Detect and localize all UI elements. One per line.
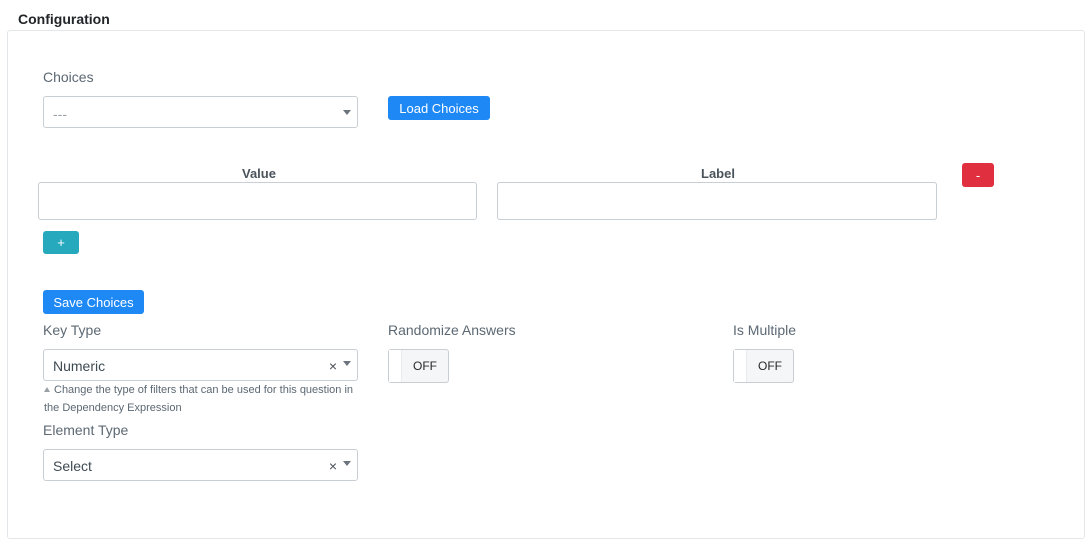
choices-label: Choices	[43, 69, 94, 85]
remove-row-button[interactable]: -	[962, 163, 994, 187]
chevron-down-icon	[343, 361, 351, 366]
is-multiple-state: OFF	[758, 359, 782, 373]
randomize-answers-state: OFF	[413, 359, 437, 373]
element-type-label: Element Type	[43, 422, 129, 438]
choices-select[interactable]: ---	[43, 96, 358, 128]
label-column-header: Label	[701, 166, 735, 181]
element-type-value: Select	[53, 458, 92, 474]
key-type-select[interactable]: Numeric ×	[43, 349, 358, 381]
add-row-button[interactable]: +	[43, 231, 79, 254]
key-type-label: Key Type	[43, 322, 102, 338]
is-multiple-toggle[interactable]: OFF	[733, 349, 794, 383]
save-choices-button[interactable]: Save Choices	[43, 290, 144, 314]
toggle-knob	[389, 350, 402, 382]
key-type-help-text: Change the type of filters that can be u…	[44, 381, 364, 417]
randomize-answers-toggle[interactable]: OFF	[388, 349, 449, 383]
is-multiple-label: Is Multiple	[733, 322, 797, 338]
clear-icon[interactable]: ×	[329, 358, 337, 374]
toggle-knob	[734, 350, 747, 382]
element-type-select[interactable]: Select ×	[43, 449, 358, 481]
chevron-down-icon	[343, 110, 351, 115]
choice-value-input[interactable]	[38, 182, 477, 220]
key-type-help-message: Change the type of filters that can be u…	[44, 384, 354, 414]
clear-icon[interactable]: ×	[329, 458, 337, 474]
section-title: Configuration	[18, 11, 110, 27]
caret-up-icon	[44, 387, 50, 392]
choice-label-input[interactable]	[497, 182, 937, 220]
choices-select-value: ---	[53, 106, 67, 122]
load-choices-button[interactable]: Load Choices	[388, 96, 490, 120]
value-column-header: Value	[242, 166, 276, 181]
chevron-down-icon	[343, 461, 351, 466]
key-type-value: Numeric	[53, 358, 106, 374]
randomize-answers-label: Randomize Answers	[388, 322, 516, 338]
